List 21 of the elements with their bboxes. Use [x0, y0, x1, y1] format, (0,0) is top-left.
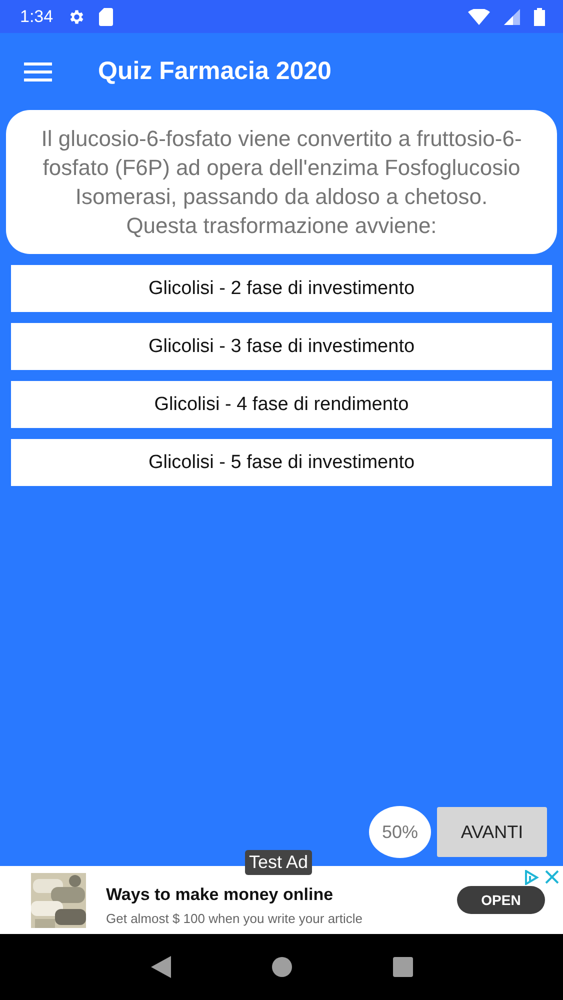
back-icon[interactable] [150, 956, 170, 978]
next-button[interactable]: AVANTI [437, 807, 547, 857]
answer-button[interactable]: Glicolisi - 4 fase di rendimento [11, 381, 552, 428]
ad-description: Get almost $ 100 when you write your article [106, 910, 364, 926]
test-ad-label: Test Ad [245, 850, 312, 875]
app-title: Quiz Farmacia 2020 [98, 57, 332, 86]
status-time: 1:34 [20, 6, 54, 26]
home-icon[interactable] [272, 957, 292, 977]
menu-icon[interactable] [24, 62, 52, 82]
ad-title: Ways to make money online [106, 884, 334, 904]
answer-button[interactable]: Glicolisi - 5 fase di investimento [11, 439, 552, 486]
wifi-icon [468, 8, 490, 24]
signal-icon [504, 8, 520, 24]
question-text: Il glucosio-6-fosfato viene convertito a fruttosio-6-fosfato (F6P) ad opera dell'enzima Fosfoglucosio Isomerasi, passando da aldoso a chetoso. Questa trasformazione avviene: [6, 110, 557, 254]
answer-button[interactable]: Glicolisi - 3 fase di investimento [11, 323, 552, 370]
sd-card-icon [99, 8, 114, 26]
answer-button[interactable]: Glicolisi - 2 fase di investimento [11, 265, 552, 312]
open-button[interactable]: OPEN [457, 886, 545, 914]
progress-percent: 50% [369, 806, 431, 858]
battery-icon [534, 8, 545, 26]
recents-icon[interactable] [392, 957, 412, 977]
